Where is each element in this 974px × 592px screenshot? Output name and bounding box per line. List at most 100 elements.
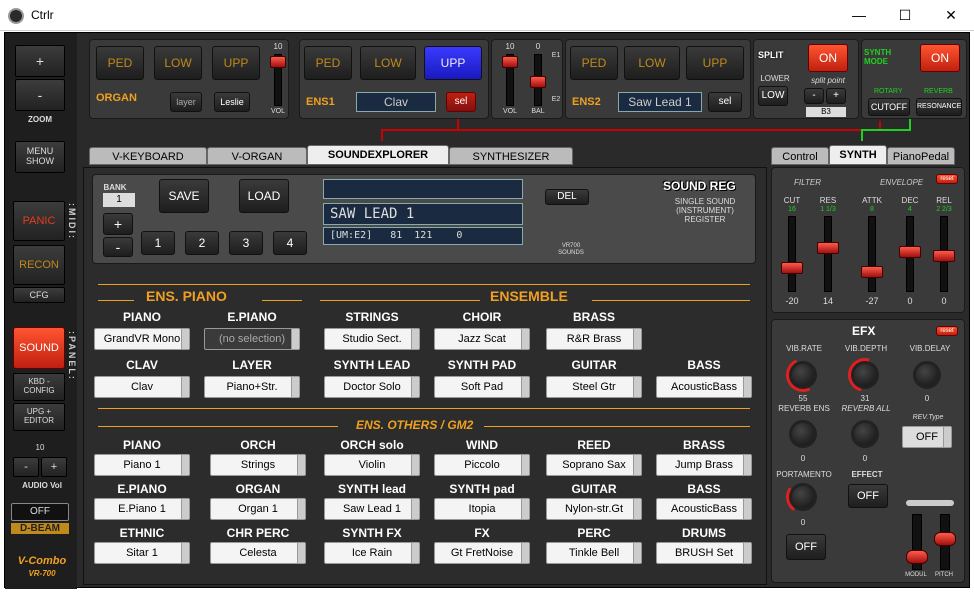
sound-select[interactable]: Organ 1 bbox=[210, 498, 306, 520]
effect-off-button[interactable]: OFF bbox=[848, 484, 888, 508]
split-on-button[interactable]: ON bbox=[808, 44, 848, 72]
env-slider-handle[interactable] bbox=[899, 246, 921, 258]
zoom-out-button[interactable]: - bbox=[15, 79, 65, 111]
pitch-wheel-handle[interactable] bbox=[934, 532, 956, 546]
reverb-all-knob[interactable] bbox=[851, 420, 879, 448]
sound-select[interactable]: Piano+Str. bbox=[204, 376, 300, 398]
bank-minus-button[interactable]: - bbox=[103, 237, 133, 257]
env-slider-handle[interactable] bbox=[933, 250, 955, 262]
env-slider-handle[interactable] bbox=[781, 262, 803, 274]
panic-button[interactable]: PANIC bbox=[13, 201, 65, 241]
tab-control[interactable]: Control bbox=[771, 147, 829, 165]
close-button[interactable]: ✕ bbox=[928, 0, 974, 31]
env-slider-track[interactable] bbox=[788, 216, 796, 292]
sound-select[interactable]: AcousticBass bbox=[656, 376, 752, 398]
vib-depth-knob[interactable] bbox=[851, 361, 879, 389]
rev-type-select[interactable]: OFF bbox=[902, 426, 952, 448]
sound-select[interactable]: Piccolo bbox=[434, 454, 530, 476]
portamento-off-button[interactable]: OFF bbox=[786, 534, 826, 560]
vib-delay-knob[interactable] bbox=[913, 361, 941, 389]
reg-slot-1-button[interactable]: 1 bbox=[141, 231, 175, 255]
sound-select[interactable]: E.Piano 1 bbox=[94, 498, 190, 520]
sound-select[interactable]: Clav bbox=[94, 376, 190, 398]
load-button[interactable]: LOAD bbox=[239, 179, 289, 213]
sound-select[interactable]: Soprano Sax bbox=[546, 454, 642, 476]
recon-button[interactable]: RECON bbox=[13, 245, 65, 285]
synth-mode-on-button[interactable]: ON bbox=[920, 44, 960, 72]
organ-upp-button[interactable]: UPP bbox=[212, 46, 260, 80]
split-minus-button[interactable]: - bbox=[804, 88, 824, 104]
resonance-button[interactable]: RESONANCE bbox=[916, 98, 962, 116]
sound-select[interactable]: Ice Rain bbox=[324, 542, 420, 564]
reg-slot-3-button[interactable]: 3 bbox=[229, 231, 263, 255]
env-slider-track[interactable] bbox=[868, 216, 876, 292]
save-button[interactable]: SAVE bbox=[159, 179, 209, 213]
bank-plus-button[interactable]: + bbox=[103, 213, 133, 235]
filter-reset-button[interactable]: reset bbox=[936, 174, 958, 184]
maximize-button[interactable]: ☐ bbox=[882, 0, 928, 31]
organ-vol-slider-handle[interactable] bbox=[270, 56, 286, 68]
organ-low-button[interactable]: LOW bbox=[154, 46, 202, 80]
tab-v-organ[interactable]: V-ORGAN bbox=[207, 147, 307, 165]
modul-wheel-handle[interactable] bbox=[906, 550, 928, 564]
sound-select[interactable]: Steel Gtr bbox=[546, 376, 642, 398]
efx-reset-button[interactable]: reset bbox=[936, 326, 958, 336]
sound-select[interactable]: R&R Brass bbox=[546, 328, 642, 350]
vib-rate-knob[interactable] bbox=[789, 361, 817, 389]
ens2-low-button[interactable]: LOW bbox=[624, 46, 680, 80]
sound-select[interactable]: Sitar 1 bbox=[94, 542, 190, 564]
sound-select[interactable]: Tinkle Bell bbox=[546, 542, 642, 564]
split-plus-button[interactable]: + bbox=[826, 88, 846, 104]
sound-select[interactable]: GrandVR Mono bbox=[94, 328, 190, 350]
tab-soundexplorer[interactable]: SOUNDEXPLORER bbox=[307, 145, 449, 165]
sound-select[interactable]: Studio Sect. bbox=[324, 328, 420, 350]
reg-slot-4-button[interactable]: 4 bbox=[273, 231, 307, 255]
sound-select[interactable]: Itopia bbox=[434, 498, 530, 520]
upg-editor-button[interactable]: UPG + EDITOR bbox=[13, 403, 65, 431]
tab-v-keyboard[interactable]: V-KEYBOARD bbox=[89, 147, 207, 165]
env-slider-handle[interactable] bbox=[861, 266, 883, 278]
env-slider-handle[interactable] bbox=[817, 242, 839, 254]
sound-select[interactable]: Soft Pad bbox=[434, 376, 530, 398]
reverb-ens-knob[interactable] bbox=[789, 420, 817, 448]
ens1-sel-button[interactable]: sel bbox=[446, 92, 476, 112]
cfg-button[interactable]: CFG bbox=[13, 287, 65, 303]
reg-slot-2-button[interactable]: 2 bbox=[185, 231, 219, 255]
sound-select[interactable]: Doctor Solo bbox=[324, 376, 420, 398]
ens-vol-slider-handle[interactable] bbox=[502, 56, 518, 68]
sound-select[interactable]: Celesta bbox=[210, 542, 306, 564]
tab-synth[interactable]: SYNTH bbox=[829, 145, 887, 165]
layer-button[interactable]: layer bbox=[170, 92, 202, 112]
kbd-config-button[interactable]: KBD - CONFIG bbox=[13, 373, 65, 401]
split-low-button[interactable]: LOW bbox=[758, 86, 788, 106]
leslie-button[interactable]: Leslie bbox=[214, 92, 250, 112]
ens1-ped-button[interactable]: PED bbox=[304, 46, 352, 80]
sound-select[interactable]: Piano 1 bbox=[94, 454, 190, 476]
organ-ped-button[interactable]: PED bbox=[96, 46, 144, 80]
sound-select[interactable]: BRUSH Set bbox=[656, 542, 752, 564]
sound-select[interactable]: AcousticBass bbox=[656, 498, 752, 520]
sound-select[interactable]: Violin bbox=[324, 454, 420, 476]
sound-select[interactable]: Gt FretNoise bbox=[434, 542, 530, 564]
ens2-sel-button[interactable]: sel bbox=[708, 92, 742, 112]
audio-vol-plus-button[interactable]: + bbox=[41, 457, 67, 477]
ens1-low-button[interactable]: LOW bbox=[360, 46, 416, 80]
ens2-ped-button[interactable]: PED bbox=[570, 46, 618, 80]
sound-select[interactable]: Jump Brass bbox=[656, 454, 752, 476]
tab-piano-pedal[interactable]: PianoPedal bbox=[887, 147, 955, 165]
sound-button[interactable]: SOUND bbox=[13, 327, 65, 369]
sound-select[interactable]: Strings bbox=[210, 454, 306, 476]
sound-select[interactable]: Jazz Scat bbox=[434, 328, 530, 350]
sound-select[interactable]: Nylon-str.Gt bbox=[546, 498, 642, 520]
reg-name-input[interactable] bbox=[323, 179, 523, 199]
cutoff-button[interactable]: CUTOFF bbox=[868, 98, 910, 116]
env-slider-track[interactable] bbox=[824, 216, 832, 292]
ens1-upp-button[interactable]: UPP bbox=[424, 46, 482, 80]
tab-synthesizer[interactable]: SYNTHESIZER bbox=[449, 147, 573, 165]
sound-select[interactable]: Saw Lead 1 bbox=[324, 498, 420, 520]
ens2-upp-button[interactable]: UPP bbox=[686, 46, 744, 80]
audio-vol-minus-button[interactable]: - bbox=[13, 457, 39, 477]
ens-bal-slider-handle[interactable] bbox=[530, 76, 546, 88]
portamento-knob[interactable] bbox=[789, 483, 817, 511]
zoom-in-button[interactable]: + bbox=[15, 45, 65, 77]
